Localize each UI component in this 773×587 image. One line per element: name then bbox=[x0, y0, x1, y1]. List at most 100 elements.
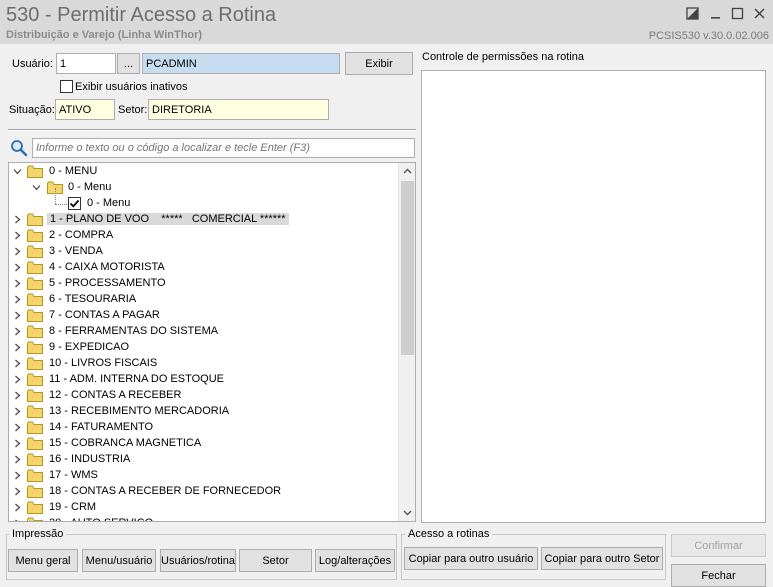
tree-node[interactable]: 14 - FATURAMENTO bbox=[9, 420, 415, 436]
tree-node-label: 9 - EXPEDICAO bbox=[49, 341, 130, 353]
tree-node[interactable]: 15 - COBRANCA MAGNETICA bbox=[9, 436, 415, 452]
tree-node[interactable]: 13 - RECEBIMENTO MERCADORIA bbox=[9, 404, 415, 420]
separator bbox=[8, 129, 416, 131]
tree-node-label: 1 - PLANO DE VOO ***** COMERCIAL ****** bbox=[47, 213, 289, 225]
folder-icon bbox=[27, 485, 43, 498]
folder-icon bbox=[27, 165, 43, 178]
tree-node[interactable]: 0 - Menu bbox=[9, 188, 415, 212]
usuarios-rotina-button[interactable]: Usuários/rotina bbox=[160, 549, 236, 572]
fechar-button[interactable]: Fechar bbox=[671, 564, 766, 587]
folder-icon bbox=[27, 389, 43, 402]
scroll-up-icon bbox=[403, 168, 412, 174]
menu-usuario-button[interactable]: Menu/usuário bbox=[82, 549, 156, 572]
version-label: PCSIS530 v.30.0.02.006 bbox=[648, 30, 769, 42]
expand-icon[interactable] bbox=[13, 439, 22, 448]
log-alteracoes-button[interactable]: Log/alterações bbox=[315, 549, 395, 572]
expand-icon[interactable] bbox=[13, 471, 22, 480]
window-subtitle: Distribuição e Varejo (Linha WinThor) bbox=[6, 29, 203, 41]
expand-icon[interactable] bbox=[13, 247, 22, 256]
folder-icon bbox=[27, 421, 43, 434]
tree-node-label: 12 - CONTAS A RECEBER bbox=[49, 389, 182, 401]
tree-node[interactable]: 2 - COMPRA bbox=[9, 228, 415, 244]
usuario-name-field bbox=[142, 53, 340, 74]
expand-icon[interactable] bbox=[13, 343, 22, 352]
restore-icon[interactable] bbox=[683, 4, 701, 22]
folder-icon bbox=[27, 405, 43, 418]
tree-node[interactable]: 1 - PLANO DE VOO ***** COMERCIAL ****** bbox=[9, 212, 415, 228]
tree-node[interactable]: 7 - CONTAS A PAGAR bbox=[9, 308, 415, 324]
copiar-setor-button[interactable]: Copiar para outro Setor bbox=[541, 547, 663, 570]
usuario-code-input[interactable] bbox=[56, 53, 116, 74]
menu-geral-button[interactable]: Menu geral bbox=[8, 549, 78, 572]
expand-icon[interactable] bbox=[13, 423, 22, 432]
search-icon bbox=[10, 139, 30, 157]
expand-icon[interactable] bbox=[13, 311, 22, 320]
scroll-thumb[interactable] bbox=[401, 181, 414, 355]
tree-node[interactable]: 19 - CRM bbox=[9, 500, 415, 516]
situacao-field bbox=[55, 99, 115, 120]
tree-node[interactable]: 20 - AUTO SERVICO bbox=[9, 516, 415, 521]
expand-icon[interactable] bbox=[13, 295, 22, 304]
tree-node[interactable]: 10 - LIVROS FISCAIS bbox=[9, 356, 415, 372]
minimize-icon[interactable] bbox=[706, 4, 724, 22]
tree-scrollbar[interactable] bbox=[398, 163, 415, 521]
folder-icon bbox=[27, 213, 43, 226]
tree-node-label: 14 - FATURAMENTO bbox=[49, 421, 154, 433]
inativos-checkbox[interactable] bbox=[60, 80, 73, 93]
tree-node[interactable]: 0 - Menu bbox=[9, 180, 415, 196]
expand-icon[interactable] bbox=[13, 391, 22, 400]
impressao-title: Impressão bbox=[9, 528, 67, 540]
tree-node[interactable]: 3 - VENDA bbox=[9, 244, 415, 260]
expand-icon[interactable] bbox=[13, 519, 22, 521]
permissions-panel[interactable] bbox=[421, 70, 766, 523]
expand-icon[interactable] bbox=[32, 183, 41, 192]
tree-node[interactable]: 12 - CONTAS A RECEBER bbox=[9, 388, 415, 404]
expand-icon[interactable] bbox=[13, 167, 22, 176]
tree-node-label: 0 - MENU bbox=[49, 165, 98, 177]
tree-node[interactable]: 18 - CONTAS A RECEBER DE FORNECEDOR bbox=[9, 484, 415, 500]
expand-icon[interactable] bbox=[13, 455, 22, 464]
inativos-label: Exibir usuários inativos bbox=[75, 81, 188, 93]
expand-icon[interactable] bbox=[13, 359, 22, 368]
expand-icon[interactable] bbox=[13, 487, 22, 496]
close-icon[interactable] bbox=[750, 4, 768, 22]
maximize-icon[interactable] bbox=[728, 4, 746, 22]
search-input[interactable] bbox=[32, 138, 415, 158]
tree-node-label: 6 - TESOURARIA bbox=[49, 293, 137, 305]
setor-button[interactable]: Setor bbox=[239, 549, 312, 572]
tree-node[interactable]: 11 - ADM. INTERNA DO ESTOQUE bbox=[9, 372, 415, 388]
expand-icon[interactable] bbox=[13, 407, 22, 416]
expand-icon[interactable] bbox=[13, 503, 22, 512]
folder-icon bbox=[27, 517, 43, 521]
tree-node[interactable]: 9 - EXPEDICAO bbox=[9, 340, 415, 356]
exibir-button[interactable]: Exibir bbox=[345, 52, 413, 75]
confirmar-button[interactable]: Confirmar bbox=[671, 534, 766, 557]
expand-icon[interactable] bbox=[13, 375, 22, 384]
checkbox-checked-icon[interactable] bbox=[68, 197, 84, 210]
tree-node[interactable]: 8 - FERRAMENTAS DO SISTEMA bbox=[9, 324, 415, 340]
tree-node-label: 10 - LIVROS FISCAIS bbox=[49, 357, 158, 369]
folder-icon bbox=[27, 469, 43, 482]
expand-icon[interactable] bbox=[13, 215, 22, 224]
folder-icon bbox=[27, 373, 43, 386]
usuario-lookup-button[interactable]: ... bbox=[117, 53, 140, 74]
tree-node-label: 13 - RECEBIMENTO MERCADORIA bbox=[49, 405, 230, 417]
expand-icon[interactable] bbox=[13, 263, 22, 272]
tree-node[interactable]: 16 - INDUSTRIA bbox=[9, 452, 415, 468]
tree-node[interactable]: 0 - MENU bbox=[9, 164, 415, 180]
tree-node-label: 4 - CAIXA MOTORISTA bbox=[49, 261, 165, 273]
routine-tree[interactable]: 0 - MENU 0 - Menu 0 - Menu 1 - PLANO DE VOO… bbox=[8, 162, 416, 522]
expand-icon[interactable] bbox=[13, 231, 22, 240]
tree-node[interactable]: 17 - WMS bbox=[9, 468, 415, 484]
tree-node[interactable]: 4 - CAIXA MOTORISTA bbox=[9, 260, 415, 276]
expand-icon[interactable] bbox=[13, 327, 22, 336]
folder-icon bbox=[27, 501, 43, 514]
tree-node-label: 5 - PROCESSAMENTO bbox=[49, 277, 166, 289]
expand-icon[interactable] bbox=[13, 279, 22, 288]
copiar-usuario-button[interactable]: Copiar para outro usuário bbox=[404, 547, 538, 570]
tree-node-label: 2 - COMPRA bbox=[49, 229, 114, 241]
tree-node[interactable]: 5 - PROCESSAMENTO bbox=[9, 276, 415, 292]
folder-icon bbox=[27, 293, 43, 306]
tree-node-label: 18 - CONTAS A RECEBER DE FORNECEDOR bbox=[49, 485, 282, 497]
tree-node[interactable]: 6 - TESOURARIA bbox=[9, 292, 415, 308]
